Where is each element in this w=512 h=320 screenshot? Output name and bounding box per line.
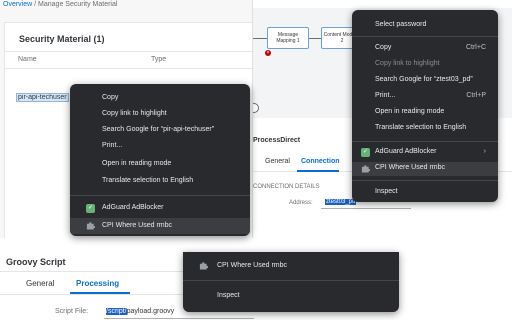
table-cell-name-selected[interactable]: pir-api-techuser xyxy=(16,93,69,102)
divider xyxy=(5,68,252,69)
menu-item-label: Open in reading mode xyxy=(375,108,445,115)
menu-item-label: Copy link to highlight xyxy=(375,60,440,67)
breadcrumb-current: Manage Security Material xyxy=(38,1,118,8)
active-tab-indicator xyxy=(297,170,339,172)
menu-item-translate[interactable]: Translate selection to English xyxy=(70,175,250,189)
menu-item-label: Inspect xyxy=(217,292,240,299)
adguard-icon: ✓ xyxy=(86,204,95,213)
menu-item-adguard[interactable]: ✓ AdGuard AdBlocker xyxy=(70,202,250,216)
menu-item-select-password[interactable]: Select password xyxy=(352,19,498,33)
menu-item-label: AdGuard AdBlocker xyxy=(102,204,164,211)
menu-item-label: Select password xyxy=(375,21,427,28)
message-mapping-step[interactable]: Message Mapping 1 xyxy=(267,27,309,49)
menu-item-copy[interactable]: Copy Ctrl+C xyxy=(352,42,498,56)
menu-item-open-reading-mode[interactable]: Open in reading mode xyxy=(70,158,250,172)
menu-item-label: Translate selection to English xyxy=(375,124,467,131)
address-label: Address: xyxy=(289,200,313,206)
column-header-type[interactable]: Type xyxy=(151,56,166,63)
section-header: CONNECTION DETAILS xyxy=(253,184,320,190)
menu-item-search-google[interactable]: Search Google for “ztest03_pd” xyxy=(352,74,498,88)
menu-item-inspect[interactable]: Inspect xyxy=(352,186,498,200)
menu-item-label: Inspect xyxy=(375,188,398,195)
menu-item-shortcut: Ctrl+C xyxy=(465,44,486,51)
context-menu: CPI Where Used rmbc Inspect xyxy=(183,252,399,312)
breadcrumb-overview-link[interactable]: Overview xyxy=(3,1,32,8)
menu-item-label: AdGuard AdBlocker xyxy=(375,148,437,155)
menu-item-label: Search Google for “ztest03_pd” xyxy=(375,76,473,83)
tab-general[interactable]: General xyxy=(26,279,54,288)
menu-separator xyxy=(352,180,498,181)
menu-item-translate[interactable]: Translate selection to English xyxy=(352,122,498,136)
context-menu: Copy Copy link to highlight Search Googl… xyxy=(70,84,250,236)
puzzle-icon xyxy=(361,165,370,173)
column-header-name[interactable]: Name xyxy=(18,56,37,63)
menu-item-label: CPI Where Used rmbc xyxy=(102,222,173,229)
end-event-icon[interactable] xyxy=(253,103,259,113)
puzzle-icon xyxy=(86,222,95,230)
menu-item-print[interactable]: Print... xyxy=(70,140,250,154)
menu-item-print[interactable]: Print... Ctrl+P xyxy=(352,90,498,104)
menu-item-search-google[interactable]: Search Google for “pir-api-techuser” xyxy=(70,124,250,138)
script-file-value[interactable]: /script/payload.groovy xyxy=(106,308,174,315)
menu-item-open-reading-mode[interactable]: Open in reading mode xyxy=(352,106,498,120)
menu-item-label: CPI Where Used rmbc xyxy=(375,164,446,171)
selected-text: /script/ xyxy=(106,308,127,315)
menu-item-copy-link-to-highlight[interactable]: Copy link to highlight xyxy=(70,108,250,122)
sequence-flow-line xyxy=(253,38,267,39)
menu-item-cpi-where-used[interactable]: CPI Where Used rmbc xyxy=(352,162,498,176)
menu-item-shortcut: Ctrl+P xyxy=(466,92,486,99)
menu-item-cpi-where-used[interactable]: CPI Where Used rmbc xyxy=(70,218,250,234)
panel-title: Groovy Script xyxy=(6,257,66,267)
adguard-icon: ✓ xyxy=(361,148,370,157)
menu-item-copy-link-to-highlight[interactable]: Copy link to highlight xyxy=(352,58,498,72)
tab-general[interactable]: General xyxy=(265,158,290,165)
menu-item-label: Print... xyxy=(375,92,396,99)
unselected-text: payload.groovy xyxy=(126,308,175,315)
menu-item-label: Search Google for “pir-api-techuser” xyxy=(102,126,215,133)
menu-separator xyxy=(183,280,399,281)
breadcrumb: Overview / Manage Security Material xyxy=(3,0,117,9)
menu-separator xyxy=(70,195,250,196)
menu-item-cpi-where-used[interactable]: CPI Where Used rmbc xyxy=(183,258,399,274)
page-title: Security Material (1) xyxy=(19,34,105,44)
divider xyxy=(5,51,252,52)
sequence-flow-line xyxy=(309,38,321,39)
menu-item-copy[interactable]: Copy xyxy=(70,92,250,106)
menu-item-label: Copy link to highlight xyxy=(102,110,167,117)
menu-item-inspect[interactable]: Inspect xyxy=(183,290,399,304)
menu-item-label: CPI Where Used rmbc xyxy=(217,262,288,269)
breadcrumb-separator: / xyxy=(34,1,37,8)
menu-separator xyxy=(352,36,498,37)
menu-separator xyxy=(352,141,498,142)
menu-item-label: Print... xyxy=(102,142,123,149)
menu-item-adguard[interactable]: ✓ AdGuard AdBlocker › xyxy=(352,146,498,160)
script-file-label: Script File: xyxy=(55,308,89,315)
menu-item-label: Copy xyxy=(102,94,119,101)
menu-item-label: Copy xyxy=(375,44,392,51)
chevron-right-icon: › xyxy=(483,148,486,155)
context-menu: Select password Copy Ctrl+C Copy link to… xyxy=(352,10,498,202)
tab-processing[interactable]: Processing xyxy=(76,279,119,288)
tab-connection[interactable]: Connection xyxy=(301,158,340,165)
step-label: Message Mapping 1 xyxy=(276,32,300,44)
menu-item-label: Open in reading mode xyxy=(102,160,172,167)
puzzle-icon xyxy=(199,262,208,270)
menu-item-label: Translate selection to English xyxy=(102,177,194,184)
adapter-title: ProcessDirect xyxy=(253,137,301,144)
error-icon: × xyxy=(265,50,271,56)
